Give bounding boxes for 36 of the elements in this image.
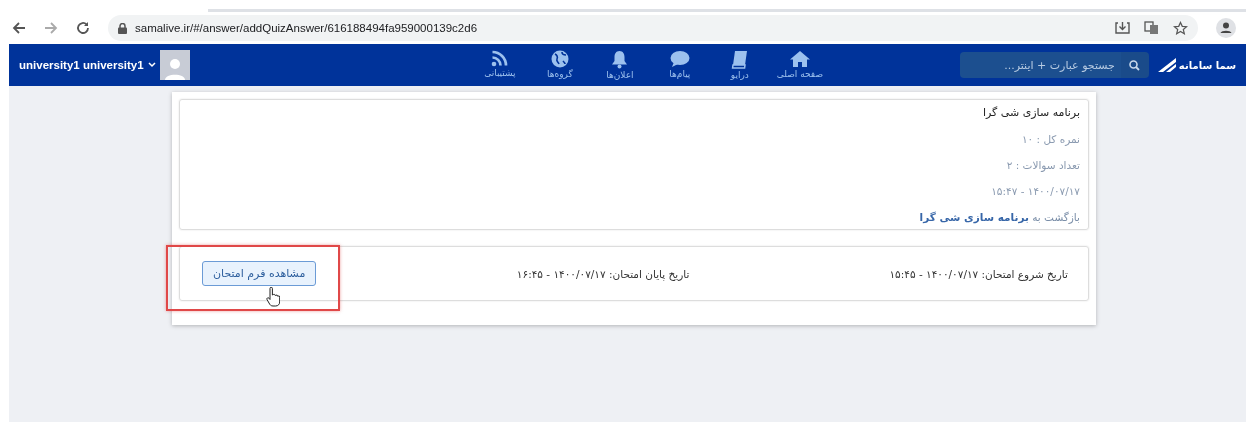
bell-icon xyxy=(611,50,629,69)
bookmark-star-icon[interactable] xyxy=(1173,20,1188,36)
search-icon[interactable] xyxy=(1129,59,1141,71)
profile-icon[interactable] xyxy=(1216,18,1236,38)
url-text: samalive.ir/#/answer/addQuizAnswer/616188494fa959000139c2d6 xyxy=(135,22,478,34)
quiz-date: ۱۴۰۰/۰۷/۱۷ - ۱۵:۴۷ xyxy=(990,185,1080,197)
user-avatar[interactable] xyxy=(159,50,190,80)
translate-icon[interactable] xyxy=(1144,21,1159,35)
nav-label[interactable]: گروه‌ها xyxy=(546,69,573,79)
nav-label[interactable]: صفحه اصلی xyxy=(776,69,824,79)
total-score: نمره کل : ۱۰ xyxy=(1020,133,1080,145)
hand-cursor-icon xyxy=(266,287,280,307)
reload-icon[interactable] xyxy=(76,21,90,35)
nav-label[interactable]: پشتیبانی xyxy=(484,68,516,78)
quiz-title: برنامه سازی شی گرا xyxy=(981,106,1080,119)
exam-start-date: تاریخ شروع امتحان: ۱۴۰۰/۰۷/۱۷ - ۱۵:۴۵ xyxy=(889,267,1068,280)
exam-end-date: تاریخ پایان امتحان: ۱۴۰۰/۰۷/۱۷ - ۱۶:۴۵ xyxy=(516,267,690,280)
install-icon[interactable] xyxy=(1115,21,1130,35)
search-field[interactable]: جستجو عبارت + اینتر... xyxy=(959,52,1121,78)
lock-icon xyxy=(118,22,127,34)
view-exam-form-button[interactable]: مشاهده فرم امتحان xyxy=(202,261,317,286)
globe-icon xyxy=(550,50,569,68)
home-icon xyxy=(788,50,811,68)
dropdown-caret-icon[interactable] xyxy=(147,62,156,68)
app-logo[interactable]: سما سامانه xyxy=(1156,57,1236,73)
book-icon xyxy=(731,50,749,69)
back-icon[interactable] xyxy=(12,21,26,35)
rss-icon xyxy=(491,50,509,67)
nav-label[interactable]: پیام‌ها xyxy=(669,69,691,79)
back-link[interactable]: بازگشت به برنامه سازی شی گرا xyxy=(188,211,1080,223)
address-bar[interactable]: samalive.ir/#/answer/addQuizAnswer/616188494fa959000139c2d6 xyxy=(108,15,1198,41)
nav-label[interactable]: اعلان‌ها xyxy=(606,70,634,80)
user-name[interactable]: university1 university1 xyxy=(19,59,144,71)
question-count: تعداد سوالات : ۲ xyxy=(1005,159,1080,171)
nav-label[interactable]: درایو xyxy=(730,70,749,80)
chat-bubble-icon xyxy=(669,50,690,68)
